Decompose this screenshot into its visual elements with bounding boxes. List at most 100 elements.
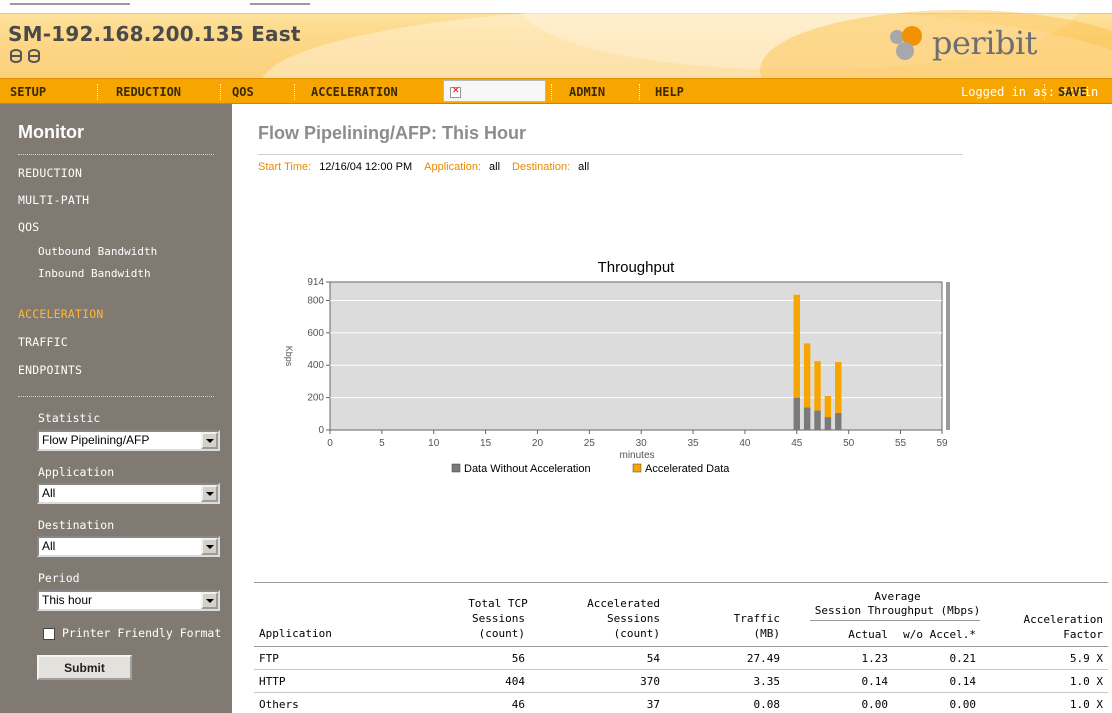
database-icons bbox=[10, 49, 40, 63]
th-total-tcp-1: Total TCP bbox=[468, 597, 528, 610]
cell-wo-accel: 0.21 bbox=[949, 652, 977, 665]
cell-factor: 1.0 X bbox=[1069, 675, 1103, 688]
start-time-label: Start Time: bbox=[258, 161, 312, 173]
nav-save[interactable]: SAVE bbox=[1058, 79, 1087, 105]
printer-friendly-checkbox[interactable] bbox=[43, 628, 55, 640]
bar-without-acceleration bbox=[835, 412, 842, 430]
database-icon[interactable] bbox=[28, 49, 40, 63]
destination-label: Destination bbox=[38, 518, 115, 532]
application-select[interactable]: All bbox=[37, 483, 220, 504]
plot-area bbox=[329, 281, 943, 431]
sidebar-item-endpoints[interactable]: ENDPOINTS bbox=[18, 363, 82, 377]
y-tick-label: 600 bbox=[307, 328, 324, 339]
nav-reduction[interactable]: REDUCTION bbox=[116, 79, 181, 105]
cell-actual: 1.23 bbox=[861, 652, 889, 665]
cell-total: 404 bbox=[505, 675, 525, 688]
start-time-value: 12/16/04 12:00 PM bbox=[319, 161, 413, 173]
title-divider bbox=[258, 154, 963, 155]
bar-without-acceleration bbox=[803, 407, 811, 430]
cell-traffic: 3.35 bbox=[753, 675, 781, 688]
cell-app: HTTP bbox=[259, 675, 286, 688]
chevron-down-icon[interactable] bbox=[201, 538, 218, 555]
broken-image-placeholder[interactable] bbox=[443, 80, 546, 102]
chevron-down-icon[interactable] bbox=[201, 592, 218, 609]
nav-help[interactable]: HELP bbox=[655, 79, 684, 105]
nav-admin[interactable]: ADMIN bbox=[569, 79, 605, 105]
x-tick-label: 59 bbox=[936, 438, 948, 449]
device-title: SM-192.168.200.135 East bbox=[8, 22, 301, 46]
sidebar: Monitor REDUCTION MULTI-PATH QOS Outboun… bbox=[0, 104, 232, 713]
main-nav: SETUP REDUCTION QOS ACCELERATION ADMIN H… bbox=[0, 78, 1112, 104]
submit-button[interactable]: Submit bbox=[37, 655, 132, 680]
header-banner: SM-192.168.200.135 East peribit bbox=[0, 0, 1112, 78]
bar-accelerated bbox=[835, 361, 842, 413]
application-meta-label: Application: bbox=[424, 161, 482, 173]
nav-qos[interactable]: QOS bbox=[232, 79, 254, 105]
peribit-logo: peribit bbox=[890, 24, 1038, 62]
sidebar-item-traffic[interactable]: TRAFFIC bbox=[18, 335, 68, 349]
chart-title: Throughput bbox=[598, 259, 676, 276]
destination-meta-label: Destination: bbox=[512, 161, 571, 173]
printer-friendly-label: Printer Friendly Format bbox=[62, 626, 222, 640]
application-label: Application bbox=[38, 465, 115, 479]
cell-accel: 370 bbox=[640, 675, 660, 688]
cell-traffic: 27.49 bbox=[746, 652, 780, 665]
statistic-select-value: Flow Pipelining/AFP bbox=[42, 433, 150, 447]
cell-accel: 54 bbox=[646, 652, 660, 665]
x-tick-label: 20 bbox=[532, 438, 544, 449]
nav-setup[interactable]: SETUP bbox=[10, 79, 46, 105]
chevron-down-icon[interactable] bbox=[201, 485, 218, 502]
y-tick-label: 914 bbox=[307, 277, 324, 288]
nav-acceleration[interactable]: ACCELERATION bbox=[311, 79, 398, 105]
bar-without-acceleration bbox=[814, 410, 821, 430]
cell-factor: 5.9 X bbox=[1069, 652, 1103, 665]
chevron-down-icon[interactable] bbox=[201, 432, 218, 449]
y-tick-label: 400 bbox=[307, 360, 324, 371]
period-select[interactable]: This hour bbox=[37, 590, 220, 611]
bar-without-acceleration bbox=[824, 417, 832, 430]
th-average: Average bbox=[874, 590, 921, 603]
cell-actual: 0.14 bbox=[861, 675, 889, 688]
sidebar-item-outbound-bandwidth[interactable]: Outbound Bandwidth bbox=[38, 245, 157, 258]
sidebar-item-acceleration[interactable]: ACCELERATION bbox=[18, 307, 103, 321]
th-wo-accel: w/o Accel.* bbox=[903, 628, 976, 641]
th-factor-1: Acceleration bbox=[1023, 613, 1103, 626]
th-accelerated-2: Sessions bbox=[607, 612, 660, 625]
bar-accelerated bbox=[814, 361, 821, 411]
sidebar-item-multi-path[interactable]: MULTI-PATH bbox=[18, 193, 89, 207]
sidebar-item-reduction[interactable]: REDUCTION bbox=[18, 166, 82, 180]
statistic-select[interactable]: Flow Pipelining/AFP bbox=[37, 430, 220, 451]
legend-swatch bbox=[451, 463, 461, 473]
x-tick-label: 30 bbox=[636, 438, 648, 449]
th-total-tcp-3: (count) bbox=[478, 627, 525, 640]
cell-wo-accel: 0.14 bbox=[949, 675, 977, 688]
legend-label: Data Without Acceleration bbox=[464, 463, 591, 475]
x-tick-label: 25 bbox=[584, 438, 596, 449]
y-tick-label: 800 bbox=[307, 295, 324, 306]
x-tick-label: 15 bbox=[480, 438, 492, 449]
cell-total: 46 bbox=[511, 698, 525, 711]
period-label: Period bbox=[38, 571, 80, 585]
cell-actual: 0.00 bbox=[861, 698, 889, 711]
bar-accelerated bbox=[803, 343, 811, 408]
database-icon[interactable] bbox=[10, 49, 22, 63]
th-accelerated-1: Accelerated bbox=[587, 597, 660, 610]
peribit-logo-icon bbox=[890, 26, 926, 60]
bar-accelerated bbox=[793, 294, 800, 398]
cell-factor: 1.0 X bbox=[1069, 698, 1103, 711]
throughput-chart: Throughput 0 200 400 600 800 914 0 5 10 15 20 25 30 35… bbox=[270, 252, 970, 492]
destination-meta-value: all bbox=[578, 161, 590, 173]
x-tick-label: 45 bbox=[791, 438, 803, 449]
th-accelerated-3: (count) bbox=[613, 627, 660, 640]
sidebar-title: Monitor bbox=[18, 122, 84, 142]
destination-select-value: All bbox=[42, 539, 56, 553]
th-actual: Actual bbox=[848, 628, 888, 641]
sidebar-item-inbound-bandwidth[interactable]: Inbound Bandwidth bbox=[38, 267, 151, 280]
cell-app: FTP bbox=[259, 652, 279, 665]
bar-accelerated bbox=[824, 395, 832, 418]
th-total-tcp-2: Sessions bbox=[472, 612, 525, 625]
throughput-chart-svg: Throughput 0 200 400 600 800 914 0 5 10 15 20 25 30 35… bbox=[284, 259, 950, 475]
y-tick-label: 200 bbox=[307, 393, 324, 404]
destination-select[interactable]: All bbox=[37, 536, 220, 557]
sidebar-item-qos[interactable]: QOS bbox=[18, 220, 39, 234]
